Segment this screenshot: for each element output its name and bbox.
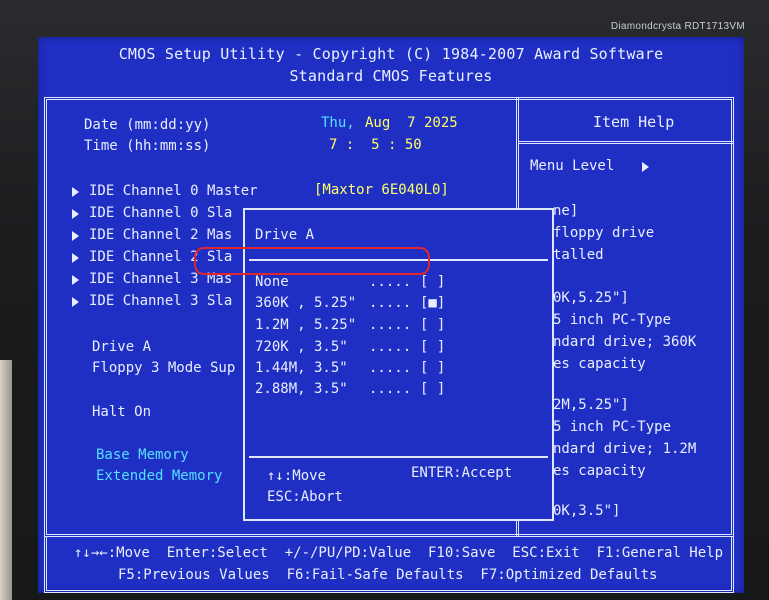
ide-channel-3-slave[interactable]: IDE Channel 3 Sla [89, 293, 232, 309]
item-help-title: Item Help [593, 113, 675, 131]
submenu-arrow-icon [72, 275, 79, 285]
header-title: CMOS Setup Utility - Copyright (C) 1984-… [118, 45, 664, 63]
bios-screen: CMOS Setup Utility - Copyright (C) 1984-… [38, 37, 744, 593]
submenu-arrow-icon [72, 297, 79, 307]
option-dots: ..... [369, 381, 412, 397]
help-line: ne] [553, 203, 579, 219]
option-label: None [255, 274, 289, 290]
option-label: 1.44M, 3.5" [255, 360, 348, 376]
base-memory-label: Base Memory [96, 447, 189, 463]
option-mark: [ ] [420, 339, 446, 355]
popup-abort-hint: ESC:Abort [267, 489, 343, 505]
menu-level-label: Menu Level [530, 158, 615, 174]
ide-channel-0-master[interactable]: IDE Channel 0 Master [89, 183, 258, 199]
ide-channel-0-slave[interactable]: IDE Channel 0 Sla [89, 205, 232, 221]
help-line: 0K,5.25"] [553, 290, 629, 306]
option-label: 360K , 5.25" [255, 295, 357, 311]
footer-keys-line2: F5:Previous Values F6:Fail-Safe Defaults… [118, 567, 658, 583]
ide-channel-0-master-value[interactable]: [Maxtor 6E040L0] [314, 182, 449, 198]
submenu-arrow-icon [72, 231, 79, 241]
time-label: Time (hh:mm:ss) [84, 138, 211, 154]
option-label: 720K , 3.5" [255, 339, 348, 355]
submenu-arrow-icon [72, 209, 79, 219]
option-label: 2.88M, 3.5" [255, 381, 348, 397]
help-line: es capacity [553, 463, 646, 479]
ide-channel-2-master[interactable]: IDE Channel 2 Mas [89, 227, 232, 243]
help-line: 2M,5.25"] [553, 397, 629, 413]
submenu-arrow-icon [72, 253, 79, 263]
option-mark: [ ] [420, 381, 446, 397]
option-dots: ..... [369, 339, 412, 355]
help-line: floppy drive [553, 225, 655, 241]
date-label: Date (mm:dd:yy) [84, 117, 211, 133]
option-mark: [ ] [420, 360, 446, 376]
option-dots: ..... [369, 360, 412, 376]
option-mark: [ ] [420, 317, 446, 333]
help-line: 5 inch PC-Type [553, 312, 672, 328]
submenu-arrow-icon [72, 187, 79, 197]
help-line: es capacity [553, 356, 646, 372]
option-dots: ..... [369, 317, 412, 333]
help-line: talled [553, 247, 604, 263]
footer-keys-line1: ↑↓→←:Move Enter:Select +/-/PU/PD:Value F… [74, 545, 724, 561]
popup-move-hint: ↑↓:Move [267, 468, 327, 484]
popup-accept-hint: ENTER:Accept [411, 465, 513, 481]
menu-level-arrow-icon [642, 162, 649, 172]
help-title-separator [519, 141, 734, 144]
option-mark: [ ] [420, 274, 446, 290]
selection-highlight [194, 247, 430, 275]
header-subtitle: Standard CMOS Features [289, 67, 493, 85]
option-mark: [■] [420, 295, 446, 311]
drive-a-label[interactable]: Drive A [92, 339, 151, 355]
option-label: 1.2M , 5.25" [255, 317, 357, 333]
option-dots: ..... [369, 274, 412, 290]
help-line: ndard drive; 360K [553, 334, 697, 350]
popup-footer-separator [249, 456, 548, 458]
monitor-brand: Diamondcrysta RDT1713VM [610, 21, 745, 32]
option-dots: ..... [369, 295, 412, 311]
help-line: 5 inch PC-Type [553, 419, 672, 435]
date-day: Thu, [321, 115, 355, 131]
floppy3-label[interactable]: Floppy 3 Mode Sup [92, 360, 235, 376]
help-line: ndard drive; 1.2M [553, 441, 697, 457]
background-object [0, 360, 12, 600]
halt-on-label[interactable]: Halt On [92, 404, 151, 420]
help-line: 0K,3.5"] [553, 503, 621, 519]
time-value[interactable]: 7 : 5 : 50 [329, 137, 422, 153]
popup-title: Drive A [255, 227, 315, 243]
date-value[interactable]: Aug 7 2025 [365, 115, 458, 131]
extended-memory-label: Extended Memory [96, 468, 223, 484]
